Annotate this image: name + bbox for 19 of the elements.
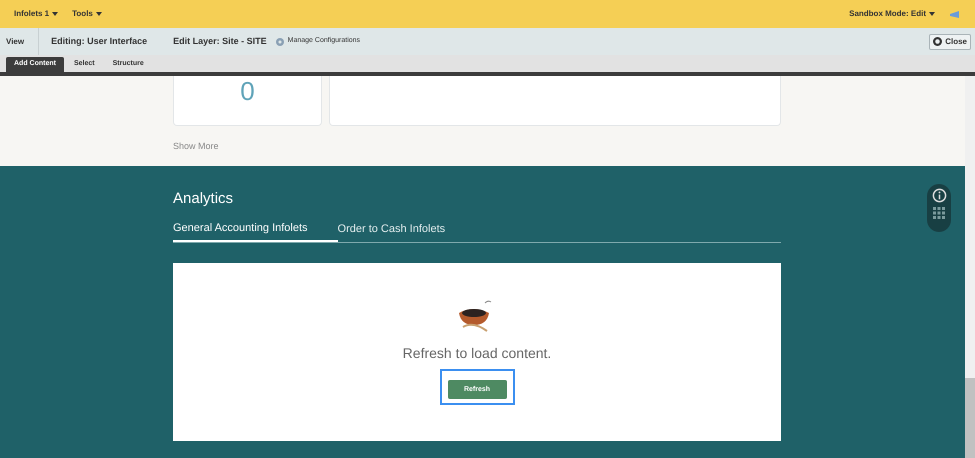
scrollbar-thumb[interactable] <box>965 378 975 458</box>
caret-icon <box>929 12 935 16</box>
menu-button[interactable]: Tools <box>72 8 102 20</box>
analytics-title: Analytics <box>173 189 234 209</box>
edit-layer-label: Edit Layer: Site - SITE <box>173 34 267 48</box>
close-icon <box>933 37 942 46</box>
grid-icon[interactable] <box>933 207 945 219</box>
caret-icon <box>52 12 58 16</box>
close-button[interactable]: Close <box>929 34 971 50</box>
load-message: Refresh to load content. <box>402 344 552 362</box>
analytics-tab[interactable]: General Accounting Infolets <box>173 218 338 242</box>
count-value: 0 <box>240 78 255 108</box>
menu-button[interactable]: Infolets 1 <box>14 8 58 20</box>
editing-label: Editing: User Interface <box>51 34 148 48</box>
flag-icon[interactable] <box>949 10 961 18</box>
info-icon[interactable] <box>932 188 946 203</box>
sandbox-mode-button[interactable]: Sandbox Mode: Edit <box>849 8 935 20</box>
analytics-tab[interactable]: Order to Cash Infolets <box>338 218 476 242</box>
caret-icon <box>96 12 102 16</box>
